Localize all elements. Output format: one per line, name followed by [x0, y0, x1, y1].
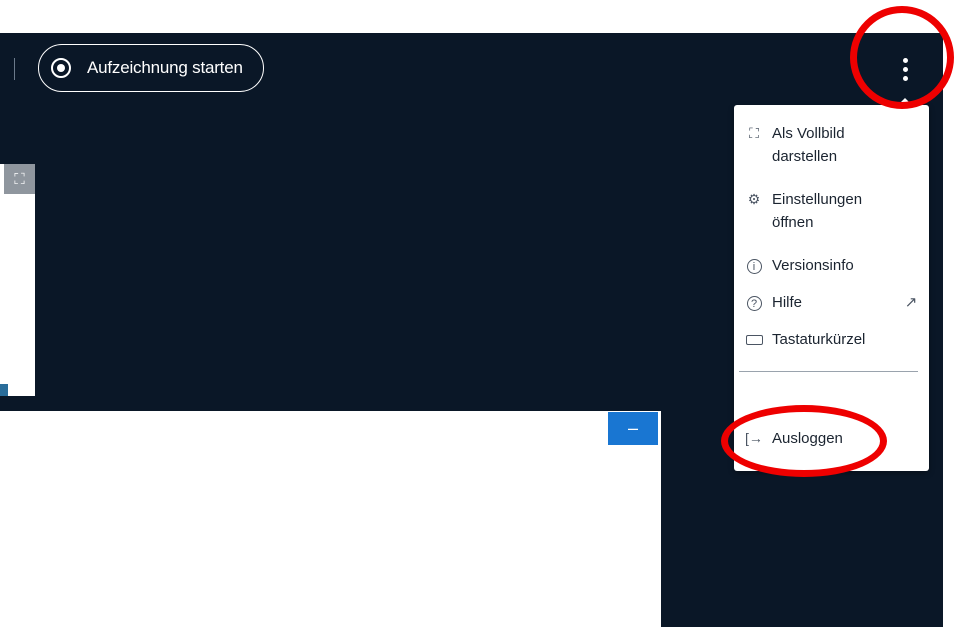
view-fullscreen-icon[interactable]: ⛶ [4, 164, 35, 194]
kebab-dot [902, 75, 908, 81]
menu-item-label-line2: darstellen [772, 148, 838, 165]
kebab-dot [902, 66, 908, 72]
menu-arrow [898, 98, 912, 105]
external-link-icon: ↗ [904, 294, 918, 311]
minimize-button[interactable]: – [608, 412, 658, 445]
record-icon [51, 58, 71, 78]
start-recording-button[interactable]: Aufzeichnung starten [38, 44, 264, 92]
menu-item-label-line1: Einstellungen [772, 191, 863, 208]
menu-item-keyboard-shortcuts[interactable]: Tastaturkürzel [734, 328, 929, 352]
fullscreen-icon: ⛶ [749, 125, 759, 141]
menu-item-help[interactable]: ? Hilfe ↗ [734, 291, 929, 314]
menu-item-label: Ausloggen [772, 430, 843, 447]
menu-item-label: Versionsinfo [772, 257, 854, 274]
map-preview [0, 384, 8, 396]
menu-item-version-info[interactable]: i Versionsinfo [734, 254, 929, 277]
toolbar-divider [14, 58, 15, 80]
minimize-label: – [627, 418, 638, 438]
menu-item-logout[interactable]: [→ Ausloggen [734, 427, 929, 450]
menu-item-label: Einstellungen öffnen [772, 188, 929, 234]
options-menu: ⛶ Als Vollbild darstellen ⚙ Einstellunge… [734, 105, 929, 471]
info-icon: i [734, 254, 772, 277]
menu-item-label: Als Vollbild darstellen [772, 122, 929, 168]
more-options-button[interactable] [895, 55, 915, 83]
kebab-dot [902, 57, 908, 63]
menu-separator [739, 371, 918, 372]
keyboard-icon [734, 328, 772, 352]
start-recording-label: Aufzeichnung starten [87, 58, 243, 77]
embedded-view: ⛶ [0, 164, 35, 396]
menu-item-settings[interactable]: ⚙ Einstellungen öffnen [734, 188, 929, 234]
menu-item-label: Hilfe [772, 294, 803, 311]
menu-item-label-line1: Als Vollbild [772, 125, 845, 142]
menu-item-fullscreen[interactable]: ⛶ Als Vollbild darstellen [734, 122, 929, 168]
gear-icon: ⚙ [747, 191, 761, 207]
menu-item-label: Tastaturkürzel [772, 331, 866, 348]
menu-item-label-line2: öffnen [772, 214, 814, 231]
help-icon: ? [734, 291, 772, 314]
logout-icon: [→ [745, 430, 763, 446]
